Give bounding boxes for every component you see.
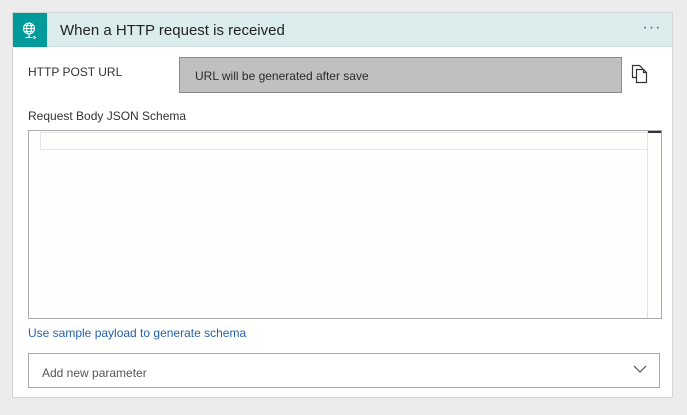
http-post-url-field: URL will be generated after save bbox=[179, 57, 622, 93]
copy-icon bbox=[631, 64, 648, 84]
card-title: When a HTTP request is received bbox=[60, 22, 285, 39]
http-post-url-label: HTTP POST URL bbox=[28, 65, 123, 79]
chevron-down-icon bbox=[633, 365, 647, 373]
more-options-button[interactable]: ··· bbox=[640, 18, 664, 40]
editor-scrollbar-thumb[interactable] bbox=[648, 131, 661, 133]
http-request-trigger-card: When a HTTP request is received ··· HTTP… bbox=[12, 12, 673, 398]
http-post-url-value: URL will be generated after save bbox=[195, 69, 369, 83]
add-new-parameter-placeholder: Add new parameter bbox=[42, 366, 147, 380]
card-header[interactable]: When a HTTP request is received ··· bbox=[13, 13, 672, 47]
request-body-schema-label: Request Body JSON Schema bbox=[28, 109, 187, 123]
request-body-schema-editor[interactable] bbox=[28, 130, 662, 319]
editor-scrollbar[interactable] bbox=[647, 131, 661, 318]
globe-request-icon bbox=[13, 13, 47, 47]
editor-current-line[interactable] bbox=[40, 132, 648, 150]
add-new-parameter-dropdown[interactable]: Add new parameter bbox=[28, 353, 660, 388]
generate-schema-link[interactable]: Use sample payload to generate schema bbox=[28, 326, 246, 340]
copy-url-button[interactable] bbox=[630, 63, 650, 85]
